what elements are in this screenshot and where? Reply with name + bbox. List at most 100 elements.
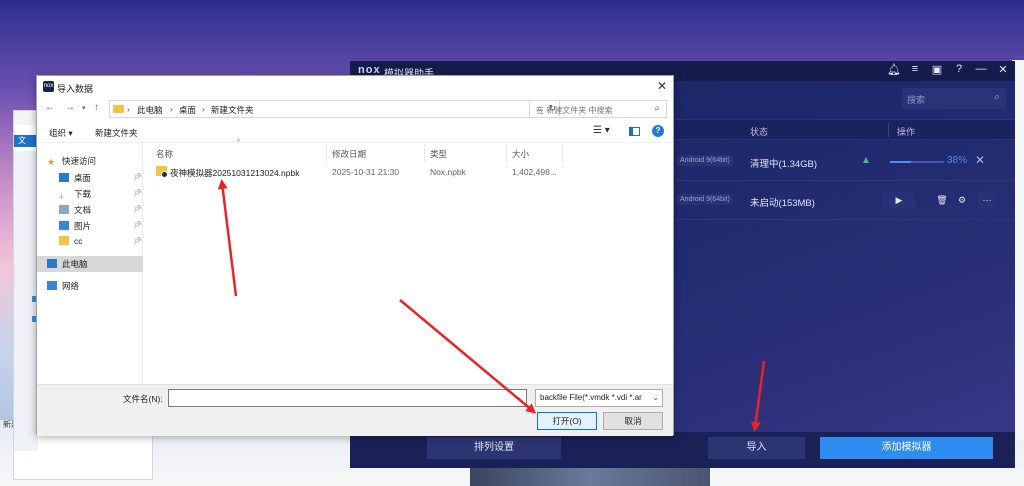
minimize-icon[interactable]: —	[975, 63, 987, 76]
column-size[interactable]: 大小	[512, 148, 529, 160]
cancel-cleanup-icon[interactable]: ✕	[975, 153, 985, 167]
cleanup-progress-percent: 38%	[947, 155, 968, 166]
menu-icon[interactable]: ≡	[909, 63, 921, 76]
column-divider[interactable]	[506, 144, 507, 162]
pin-icon: 📌︎	[133, 238, 142, 245]
help-icon[interactable]: ?	[953, 63, 965, 76]
navigation-pane: ★ 快速访问 桌面 📌︎ ↓ 下载 📌︎ 文档 📌︎ 图片 📌︎ cc 📌︎ 此电脑 网络	[37, 144, 143, 384]
nav-downloads[interactable]: ↓ 下载 📌︎	[59, 188, 142, 202]
column-divider	[888, 123, 889, 137]
organize-menu[interactable]: 组织 ▾	[49, 127, 73, 139]
play-icon[interactable]: ▶	[883, 192, 915, 209]
column-modified[interactable]: 修改日期	[332, 148, 366, 160]
nav-documents[interactable]: 文档 📌︎	[59, 204, 142, 218]
column-name[interactable]: 名称	[156, 148, 173, 160]
file-list-item[interactable]: 夜神模拟器20251031213024.npbk 2025-10-31 21:3…	[144, 165, 664, 179]
column-divider[interactable]	[424, 144, 425, 162]
breadcrumb-separator: ›	[127, 104, 130, 114]
cancel-button[interactable]: 取消	[603, 412, 663, 430]
nav-network[interactable]: 网络	[47, 280, 79, 294]
nav-network-label: 网络	[62, 281, 80, 291]
folder-icon[interactable]: ▣	[931, 63, 943, 76]
nox-search-input[interactable]: 搜索 ⌕	[902, 88, 1006, 109]
nav-pictures-label: 图片	[74, 221, 92, 231]
nox-search-placeholder: 搜索	[907, 95, 926, 105]
nav-this-pc[interactable]: 此电脑	[47, 258, 88, 272]
android-version-badge: Android 9(64bit)	[677, 155, 733, 166]
filename-input[interactable]	[168, 389, 527, 407]
nav-quick-access[interactable]: ★ 快速访问	[47, 155, 96, 169]
cleanup-progress-fill	[890, 161, 911, 163]
add-emulator-button[interactable]: 添加模拟器	[820, 437, 993, 459]
file-type: Nox.npbk	[430, 167, 466, 177]
address-bar[interactable]: › 此电脑 › 桌面 › 新建文件夹 ⌄ ↻	[109, 100, 560, 118]
file-type-filter-select[interactable]: backfile File(*.vmdk *.vdi *.ar ⌄	[535, 389, 663, 407]
dialog-search-placeholder: 在 新建文件夹 中搜索	[536, 106, 613, 115]
column-status: 状态	[750, 127, 769, 137]
gear-icon[interactable]: ⚙	[955, 192, 969, 209]
android-icon: ▲	[861, 155, 871, 166]
instance-row[interactable]: Android 9(64bit) 未启动(153MB) ▶ 🗑︎ ⚙ ···	[675, 182, 1015, 220]
preview-pane-icon[interactable]	[629, 127, 640, 136]
chevron-down-icon: ⌄	[652, 393, 659, 402]
dialog-title: 导入数据	[57, 84, 94, 94]
file-name: 夜神模拟器20251031213024.npbk	[170, 168, 300, 178]
file-type-filter-value: backfile File(*.vmdk *.vdi *.ar	[540, 393, 642, 402]
close-icon[interactable]: ✕	[997, 63, 1009, 76]
pin-icon: 📌︎	[133, 206, 142, 213]
background-explorer-file-tab[interactable]: 文	[14, 135, 38, 147]
folder-icon	[113, 105, 124, 113]
breadcrumb-new-folder[interactable]: 新建文件夹	[211, 104, 254, 116]
pin-icon: 📌︎	[133, 190, 142, 197]
dialog-bottom-panel: 文件名(N): ⌄ backfile File(*.vmdk *.vdi *.a…	[37, 384, 673, 436]
nav-this-pc-label: 此电脑	[62, 259, 88, 269]
nav-pictures[interactable]: 图片 📌︎	[59, 220, 142, 234]
nav-desktop-label: 桌面	[74, 173, 92, 183]
nav-quick-access-label: 快速访问	[62, 156, 97, 166]
filename-dropdown-icon[interactable]: ⌄	[515, 393, 522, 402]
close-icon[interactable]: ✕	[657, 79, 667, 93]
new-folder-button[interactable]: 新建文件夹	[95, 127, 138, 139]
dialog-search-input[interactable]: 在 新建文件夹 中搜索 ⌕	[529, 100, 667, 118]
column-divider[interactable]	[562, 144, 563, 162]
instance-row[interactable]: Android 9(64bit) 清理中(1.34GB) ▲ 38% ✕	[675, 143, 1015, 181]
trash-icon[interactable]: 🗑︎	[935, 192, 949, 209]
dialog-toolbar: 组织 ▾ 新建文件夹 ☰ ▾ ?	[37, 121, 673, 143]
breadcrumb-this-pc[interactable]: 此电脑	[137, 104, 163, 116]
back-arrow-icon[interactable]: ←	[45, 102, 55, 113]
nox-table-header: 状态 操作	[675, 119, 1015, 140]
forward-arrow-icon[interactable]: →	[65, 102, 75, 113]
import-data-dialog: nox 导入数据 ✕ ← → ▾ ↑ › 此电脑 › 桌面 › 新建文件夹 ⌄ …	[36, 75, 674, 436]
open-button[interactable]: 打开(O)	[537, 412, 597, 430]
instance-status: 未启动(153MB)	[750, 198, 815, 209]
recent-locations-icon[interactable]: ▾	[82, 104, 86, 112]
column-type[interactable]: 类型	[430, 148, 447, 160]
pin-icon: 📌︎	[133, 174, 142, 181]
nav-documents-label: 文档	[74, 205, 92, 215]
cleanup-progress-bar	[890, 161, 944, 163]
breadcrumb-separator: ›	[202, 104, 205, 114]
bell-icon[interactable]: 🔔︎	[887, 63, 901, 76]
nox-bottom-bar: 排列设置 导入 添加模拟器	[350, 432, 1015, 468]
help-icon[interactable]: ?	[652, 125, 664, 137]
search-icon: ⌕	[654, 103, 660, 114]
up-arrow-icon[interactable]: ↑	[94, 102, 99, 113]
breadcrumb-separator: ›	[170, 104, 173, 114]
breadcrumb-desktop[interactable]: 桌面	[179, 104, 196, 116]
view-options-icon[interactable]: ☰ ▾	[593, 125, 610, 136]
file-size: 1,402,498...	[512, 167, 557, 177]
dialog-titlebar: nox 导入数据 ✕	[37, 76, 673, 98]
filename-label: 文件名(N):	[123, 394, 163, 404]
instance-status: 清理中(1.34GB)	[750, 159, 818, 170]
import-button[interactable]: 导入	[708, 437, 805, 459]
file-modified: 2025-10-31 21:30	[332, 167, 400, 177]
android-version-badge: Android 9(64bit)	[677, 194, 733, 205]
file-list-header: 名称 修改日期 类型 大小	[144, 144, 564, 162]
sort-settings-button[interactable]: 排列设置	[427, 437, 561, 459]
column-actions: 操作	[897, 127, 916, 137]
nav-desktop[interactable]: 桌面 📌︎	[59, 172, 142, 186]
nav-cc[interactable]: cc 📌︎	[59, 236, 142, 250]
nav-cc-label: cc	[74, 236, 83, 246]
column-divider[interactable]	[326, 144, 327, 162]
more-icon[interactable]: ···	[978, 192, 996, 209]
